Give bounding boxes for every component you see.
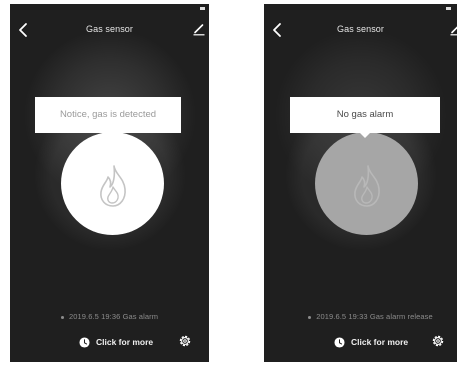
click-for-more-label: Click for more: [96, 337, 154, 347]
phone-screen-alarm: Gas sensor Notice, gas is detected 2019.…: [10, 4, 209, 362]
pencil-icon: [450, 26, 457, 36]
page-title: Gas sensor: [336, 24, 385, 34]
settings-button[interactable]: [431, 334, 445, 348]
pencil-icon: [193, 24, 205, 36]
edit-button[interactable]: [192, 22, 206, 36]
event-dot: [60, 315, 64, 319]
status-bar-indicator: [446, 7, 451, 10]
sensor-state-circle[interactable]: [315, 132, 418, 235]
settings-button[interactable]: [178, 334, 192, 348]
flame-icon: [99, 164, 126, 207]
clock-icon: [334, 336, 345, 348]
gear-icon: [179, 335, 191, 347]
flame-icon: [353, 164, 380, 207]
event-dot: [308, 315, 312, 319]
phone-screen-normal: Gas sensor No gas alarm 2019.6.5 19:33 G…: [264, 4, 457, 362]
click-for-more-button[interactable]: Click for more: [79, 335, 153, 349]
gear-icon: [432, 335, 444, 347]
event-text: 2019.6.5 19:36 Gas alarm: [68, 312, 159, 321]
status-bubble: Notice, gas is detected: [35, 97, 181, 138]
event-text: 2019.6.5 19:33 Gas alarm release: [316, 312, 433, 321]
status-bar-indicator: [200, 7, 205, 10]
edit-button[interactable]: [449, 22, 457, 36]
click-for-more-button[interactable]: Click for more: [334, 335, 408, 349]
last-event: 2019.6.5 19:36 Gas alarm: [10, 312, 209, 321]
last-event: 2019.6.5 19:33 Gas alarm release: [274, 312, 457, 321]
page-title: Gas sensor: [85, 24, 134, 34]
clock-icon: [79, 336, 90, 348]
sensor-state-circle[interactable]: [61, 132, 164, 235]
click-for-more-label: Click for more: [351, 337, 409, 347]
status-bubble: No gas alarm: [290, 97, 440, 138]
